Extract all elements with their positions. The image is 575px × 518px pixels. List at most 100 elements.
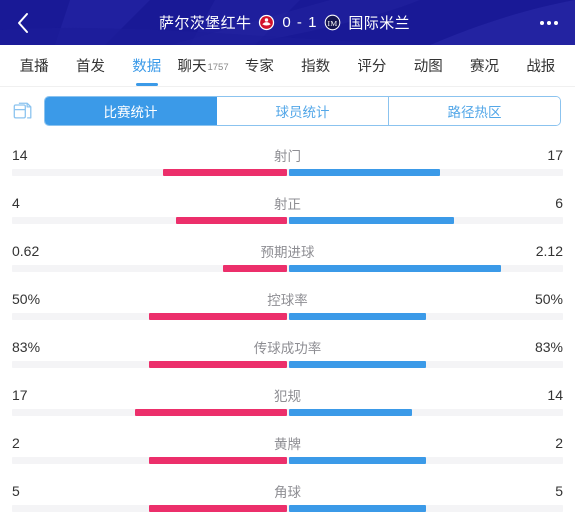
stat-away-value: 14 xyxy=(547,387,563,403)
stat-row: 0.62 预期进球 2.12 xyxy=(0,237,575,285)
stat-home-value: 14 xyxy=(12,147,28,163)
stat-bar-track xyxy=(12,217,563,224)
stat-bar-track xyxy=(12,169,563,176)
nav-tab-label: 赛况 xyxy=(470,59,500,75)
nav-tab-label: 聊天 xyxy=(177,59,207,75)
app-header: 萨尔茨堡红牛 0 - 1 IM 国际米兰 xyxy=(0,0,575,45)
more-horizontal-icon-dot xyxy=(540,20,544,25)
stat-label: 黄牌 xyxy=(274,437,301,452)
stat-home-value: 17 xyxy=(12,387,28,403)
match-stats-list: 14 射门 17 4 射正 6 0.62 预期进球 2.12 50% 控球率 50% 83% 传球成功率 8… xyxy=(0,135,575,518)
stat-bar-away xyxy=(288,457,427,464)
stat-away-value: 50% xyxy=(534,291,563,307)
nav-tab-5[interactable]: 指数 xyxy=(287,45,343,86)
stat-row-labels: 14 射门 17 xyxy=(0,141,575,169)
stat-row: 4 射正 6 xyxy=(0,189,575,237)
stat-label: 射门 xyxy=(274,149,301,164)
more-horizontal-icon-dot xyxy=(554,20,558,25)
nav-tab-7[interactable]: 动图 xyxy=(400,45,456,86)
stat-label: 预期进球 xyxy=(260,245,315,260)
stat-home-value: 5 xyxy=(12,483,20,499)
nav-tab-label: 指数 xyxy=(301,59,331,75)
stat-bar-track xyxy=(12,313,563,320)
stat-bar-home xyxy=(134,409,287,416)
salzburg-crest-icon xyxy=(259,14,275,31)
more-horizontal-icon-dot xyxy=(547,20,551,25)
nav-tab-active-indicator xyxy=(135,83,158,86)
back-button[interactable] xyxy=(0,0,46,45)
nav-tab-label: 首发 xyxy=(75,59,105,75)
svg-text:IM: IM xyxy=(328,19,338,28)
stat-bar-away xyxy=(288,265,501,272)
nav-tab-8[interactable]: 赛况 xyxy=(456,45,512,86)
nav-tab-label: 评分 xyxy=(357,59,387,75)
more-options-button[interactable] xyxy=(523,0,575,45)
stat-away-value: 6 xyxy=(555,195,563,211)
stat-label: 控球率 xyxy=(267,293,308,308)
inter-milan-crest-icon: IM xyxy=(325,14,341,31)
stat-away-value: 83% xyxy=(534,339,563,355)
stat-bar-away xyxy=(288,217,454,224)
nav-tab-4[interactable]: 专家 xyxy=(231,45,287,86)
stat-bar-track xyxy=(12,505,563,512)
stat-label: 犯规 xyxy=(274,389,301,404)
stat-bar-away xyxy=(288,313,427,320)
stats-toolbar: 比赛统计 球员统计 路径热区 xyxy=(0,87,575,135)
home-team-name: 萨尔茨堡红牛 xyxy=(158,15,252,32)
match-score: 0 - 1 xyxy=(282,14,318,31)
stat-row: 14 射门 17 xyxy=(0,141,575,189)
stat-label: 传球成功率 xyxy=(253,341,322,356)
stat-bar-track xyxy=(12,361,563,368)
stat-bar-track xyxy=(12,409,563,416)
segment-1[interactable]: 球员统计 xyxy=(217,97,389,125)
stat-home-value: 2 xyxy=(12,435,20,451)
chevron-left-icon xyxy=(18,12,28,33)
stat-label: 射正 xyxy=(274,197,301,212)
nav-tab-2[interactable]: 数据 xyxy=(119,45,175,86)
match-title: 萨尔茨堡红牛 0 - 1 IM 国际米兰 xyxy=(46,12,523,33)
nav-tab-3[interactable]: 聊天 1757 xyxy=(175,45,231,86)
nav-tab-badge: 1757 xyxy=(207,62,229,73)
stat-bar-home xyxy=(148,361,287,368)
nav-tab-0[interactable]: 直播 xyxy=(6,45,62,86)
stat-row-labels: 5 角球 5 xyxy=(0,477,575,505)
stat-bar-home xyxy=(176,217,287,224)
nav-tab-label: 数据 xyxy=(132,59,162,75)
nav-tab-label: 专家 xyxy=(244,59,274,75)
stat-home-value: 50% xyxy=(12,291,41,307)
nav-tab-6[interactable]: 评分 xyxy=(344,45,400,86)
stat-row: 17 犯规 14 xyxy=(0,381,575,429)
stat-row-labels: 17 犯规 14 xyxy=(0,381,575,409)
stat-bar-home xyxy=(223,265,287,272)
document-copy-icon[interactable] xyxy=(12,100,34,122)
nav-tab-9[interactable]: 战报 xyxy=(513,45,569,86)
stat-row-labels: 0.62 预期进球 2.12 xyxy=(0,237,575,265)
stat-row-labels: 2 黄牌 2 xyxy=(0,429,575,457)
stat-bar-away xyxy=(288,361,427,368)
stat-away-value: 2.12 xyxy=(535,243,563,259)
stat-bar-home xyxy=(148,457,287,464)
nav-tab-1[interactable]: 首发 xyxy=(62,45,118,86)
stat-bar-home xyxy=(162,169,287,176)
stats-segmented-control: 比赛统计 球员统计 路径热区 xyxy=(44,96,561,126)
stat-row: 83% 传球成功率 83% xyxy=(0,333,575,381)
segment-2[interactable]: 路径热区 xyxy=(389,97,560,125)
stat-bar-home xyxy=(148,313,287,320)
stat-bar-track xyxy=(12,457,563,464)
stat-bar-track xyxy=(12,265,563,272)
stat-home-value: 0.62 xyxy=(12,243,40,259)
stat-home-value: 83% xyxy=(12,339,41,355)
stat-bar-away xyxy=(288,505,427,512)
stat-row: 2 黄牌 2 xyxy=(0,429,575,477)
stat-row-labels: 83% 传球成功率 83% xyxy=(0,333,575,361)
nav-tabs: 直播 首发 数据 聊天 1757 专家 指数 评分 动图 赛况 战报 xyxy=(0,45,575,87)
segment-0[interactable]: 比赛统计 xyxy=(45,97,217,125)
stat-away-value: 17 xyxy=(547,147,563,163)
stat-away-value: 2 xyxy=(555,435,563,451)
away-team-name: 国际米兰 xyxy=(348,15,411,32)
stat-bar-home xyxy=(148,505,287,512)
stat-away-value: 5 xyxy=(555,483,563,499)
nav-tab-label: 动图 xyxy=(413,59,443,75)
stat-row: 5 角球 5 xyxy=(0,477,575,518)
stat-row-labels: 4 射正 6 xyxy=(0,189,575,217)
